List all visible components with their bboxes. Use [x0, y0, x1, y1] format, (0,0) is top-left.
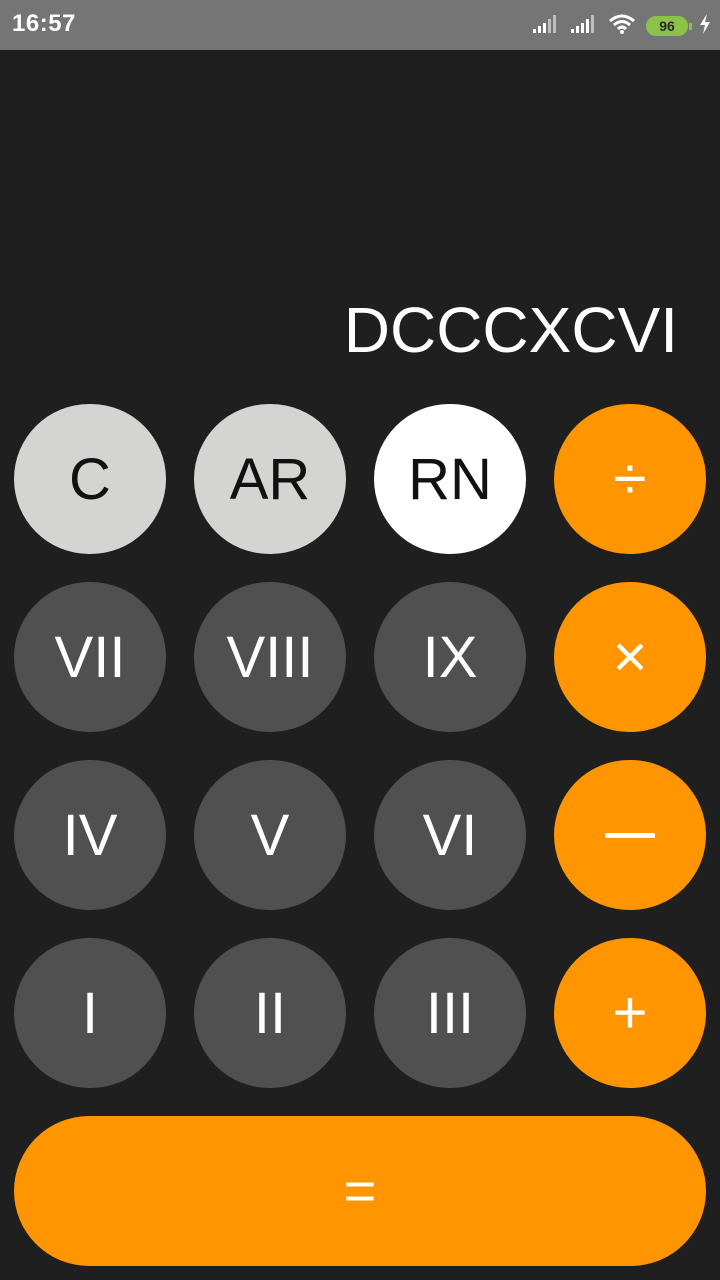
minus-icon	[605, 832, 655, 838]
plus-button[interactable]: +	[554, 938, 706, 1088]
multiply-button[interactable]: ×	[554, 582, 706, 732]
digit-vi-button[interactable]: VI	[374, 760, 526, 910]
digit-v-button[interactable]: V	[194, 760, 346, 910]
divide-button[interactable]: ÷	[554, 404, 706, 554]
plus-icon: +	[612, 979, 648, 1046]
digit-i-button[interactable]: I	[14, 938, 166, 1088]
clear-button[interactable]: C	[14, 404, 166, 554]
digit-ix-button[interactable]: IX	[374, 582, 526, 732]
digit-viii-button[interactable]: VIII	[194, 582, 346, 732]
minus-button[interactable]	[554, 760, 706, 910]
equals-icon: =	[343, 1159, 377, 1222]
digit-iii-button[interactable]: III	[374, 938, 526, 1088]
digit-ii-button[interactable]: II	[194, 938, 346, 1088]
digit-vii-button[interactable]: VII	[14, 582, 166, 732]
equals-button[interactable]: =	[14, 1116, 706, 1266]
divide-icon: ÷	[613, 445, 647, 512]
rn-mode-button[interactable]: RN	[374, 404, 526, 554]
digit-iv-button[interactable]: IV	[14, 760, 166, 910]
multiply-icon: ×	[612, 623, 648, 690]
ar-mode-button[interactable]: AR	[194, 404, 346, 554]
keypad: C AR RN ÷ VII VIII IX × IV V VI I II III…	[0, 0, 720, 1280]
